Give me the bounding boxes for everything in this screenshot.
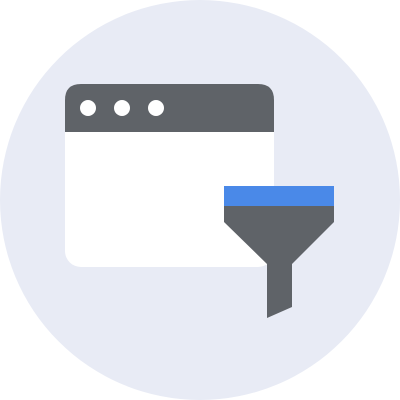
browser-window-titlebar [65,84,274,132]
window-dot-icon [80,100,96,116]
funnel-rim [224,186,334,206]
window-dot-icon [148,100,164,116]
illustration-canvas [0,0,400,400]
filter-illustration [0,0,400,400]
window-dot-icon [114,100,130,116]
